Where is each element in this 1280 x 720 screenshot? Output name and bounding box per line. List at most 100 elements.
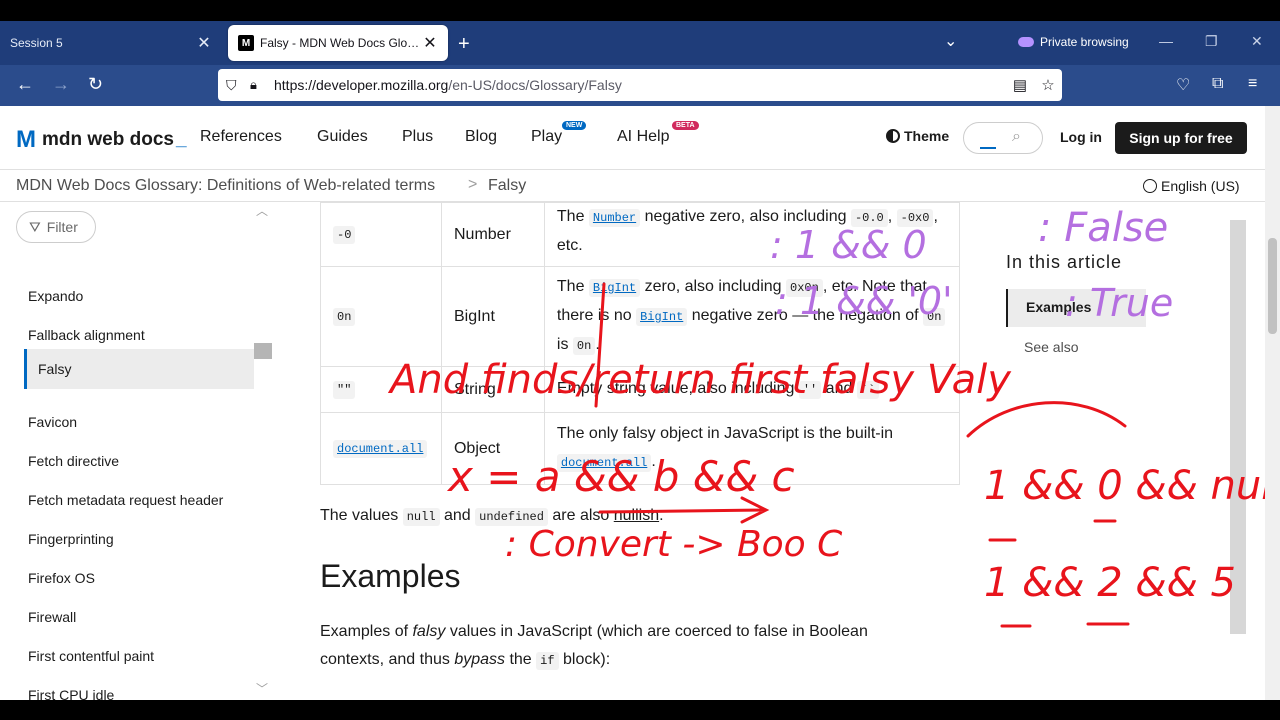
annotation-underlines (988, 519, 1130, 628)
scroll-up-icon[interactable]: ︿ (256, 202, 268, 219)
search-input[interactable]: ⌕ (963, 122, 1043, 154)
window-close-icon[interactable]: ✕ (1251, 33, 1263, 50)
search-icon[interactable]: ⌕ (1012, 128, 1021, 146)
bookmark-star-icon[interactable]: ☆ (1034, 76, 1062, 94)
bigint-link[interactable]: BigInt (588, 279, 641, 297)
restore-icon[interactable]: ❐ (1205, 33, 1218, 50)
breadcrumb-parent[interactable]: MDN Web Docs Glossary: Definitions of We… (16, 177, 435, 195)
url-text[interactable]: https://developer.mozilla.org/en-US/docs… (274, 77, 1006, 93)
annotation-arc (966, 401, 1127, 438)
table-cell-value: "" (320, 366, 442, 413)
sidebar-item-favicon[interactable]: Favicon (28, 414, 77, 430)
table-cell-value: 0n (320, 266, 442, 367)
tab-title: Falsy - MDN Web Docs Glossary (260, 36, 422, 50)
theme-label: Theme (904, 128, 950, 144)
page-scroll-thumb[interactable] (1268, 238, 1277, 334)
beta-badge: BETA (672, 121, 699, 130)
page-scrollbar[interactable] (1265, 106, 1280, 700)
signup-button[interactable]: Sign up for free (1115, 122, 1247, 154)
examples-heading: Examples (320, 558, 461, 594)
pocket-icon[interactable]: ♡ (1176, 75, 1190, 95)
nullish-link[interactable]: nullish (614, 507, 659, 524)
new-badge: NEW (562, 121, 587, 130)
tab-session[interactable]: Session 5 ✕ (0, 25, 222, 61)
menu-icon[interactable]: ≡ (1248, 75, 1257, 93)
language-label: English (US) (1161, 178, 1240, 194)
table-cell-description: The Number negative zero, also including… (543, 202, 961, 267)
table-cell-type: Object (440, 412, 545, 485)
theme-icon (886, 129, 900, 143)
sidebar-item-firefox-os[interactable]: Firefox OS (28, 570, 95, 586)
table-cell-description: The BigInt zero, also including 0x0n, et… (543, 266, 961, 367)
examples-paragraph: Examples of falsy values in JavaScript (… (320, 623, 868, 670)
extensions-icon[interactable]: ⧉ (1212, 75, 1223, 93)
login-link[interactable]: Log in (1060, 129, 1102, 145)
close-icon[interactable]: ✕ (422, 33, 438, 53)
url-bar[interactable]: ⛉ 🔒︎ https://developer.mozilla.org/en-US… (218, 69, 1062, 101)
table-row: 0n BigInt The BigInt zero, also includin… (320, 266, 961, 367)
annotation-line: 1 && 0 && null (984, 463, 1265, 509)
nav-toolbar: ← → ↻ ⛉ 🔒︎ https://developer.mozilla.org… (0, 65, 1280, 106)
table-row: document.all Object The only falsy objec… (320, 412, 961, 485)
forward-icon[interactable]: → (52, 74, 70, 95)
document-all-link[interactable]: document.all (333, 440, 428, 458)
sidebar-item-first-contentful-paint[interactable]: First contentful paint (28, 648, 154, 664)
reader-view-icon[interactable]: ▤ (1006, 76, 1034, 94)
content-scrollbar[interactable] (1230, 220, 1246, 634)
minimize-icon[interactable]: — (1159, 33, 1173, 49)
nav-plus[interactable]: Plus (402, 128, 433, 146)
sidebar-item-fetch-directive[interactable]: Fetch directive (28, 453, 119, 469)
shield-icon[interactable]: ⛉ (226, 77, 242, 94)
table-row: -0 Number The Number negative zero, also… (320, 202, 961, 267)
sidebar-scroll-thumb[interactable] (254, 343, 272, 359)
list-all-tabs-icon[interactable]: ⌄ (944, 31, 957, 51)
toc-item-see-also[interactable]: See also (1006, 329, 1146, 367)
web-page: M mdn web docs _ References Guides Plus … (0, 106, 1265, 700)
logo-underscore: _ (175, 129, 187, 150)
sidebar-item-firewall[interactable]: Firewall (28, 609, 76, 625)
toc-item-examples[interactable]: Examples (1006, 289, 1146, 327)
sidebar: ⛛ Filter ︿ Expando Fallback alignment Fa… (0, 202, 280, 700)
search-caret (980, 147, 996, 149)
sidebar-item-fetch-metadata[interactable]: Fetch metadata request header (28, 492, 223, 508)
lock-icon[interactable]: 🔒︎ (250, 77, 264, 93)
toc-heading: In this article (1006, 252, 1123, 272)
tab-falsy[interactable]: M Falsy - MDN Web Docs Glossary ✕ (228, 25, 448, 61)
breadcrumb-current[interactable]: Falsy (488, 177, 526, 195)
document-all-link[interactable]: document.all (556, 454, 652, 472)
table-cell-type: BigInt (440, 266, 545, 367)
bigint-link[interactable]: BigInt (636, 308, 688, 326)
main-content: -0 Number The Number negative zero, also… (320, 202, 961, 700)
table-cell-value: document.all (320, 412, 442, 485)
nav-play[interactable]: Play NEW (531, 121, 587, 146)
nav-blog[interactable]: Blog (465, 128, 497, 146)
close-icon[interactable]: ✕ (196, 33, 212, 53)
filter-icon: ⛛ (29, 218, 41, 235)
theme-toggle[interactable]: Theme (886, 128, 949, 144)
bottom-black-bar (0, 700, 1280, 720)
scroll-down-icon[interactable]: ﹀ (256, 680, 268, 697)
filter-placeholder: Filter (46, 219, 78, 235)
back-icon[interactable]: ← (16, 74, 34, 95)
logo-text: mdn web docs (42, 129, 174, 150)
tab-strip: Session 5 ✕ M Falsy - MDN Web Docs Gloss… (0, 21, 1280, 65)
mdn-logo[interactable]: M mdn web docs _ (16, 126, 187, 154)
sidebar-item-falsy[interactable]: Falsy (24, 349, 254, 389)
sidebar-item-first-cpu-idle[interactable]: First CPU idle (28, 687, 114, 700)
new-tab-icon[interactable]: + (458, 33, 470, 56)
mdn-favicon-icon: M (238, 35, 254, 51)
filter-input[interactable]: ⛛ Filter (16, 211, 96, 243)
sidebar-item-fallback-alignment[interactable]: Fallback alignment (28, 327, 145, 343)
sidebar-item-expando[interactable]: Expando (28, 288, 83, 304)
number-link[interactable]: Number (588, 209, 641, 227)
sidebar-item-fingerprinting[interactable]: Fingerprinting (28, 531, 114, 547)
table-cell-value: -0 (320, 202, 442, 267)
annotation-line: : False (1038, 205, 1168, 251)
nav-ai-help[interactable]: AI Help BETA (617, 121, 699, 146)
nav-guides[interactable]: Guides (317, 128, 368, 146)
nav-references[interactable]: References (200, 128, 282, 146)
language-switcher[interactable]: English (US) (1143, 178, 1240, 194)
reload-icon[interactable]: ↻ (88, 74, 103, 95)
private-label: Private browsing (1040, 35, 1129, 49)
table-of-contents: In this article Examples See also (1006, 252, 1226, 355)
